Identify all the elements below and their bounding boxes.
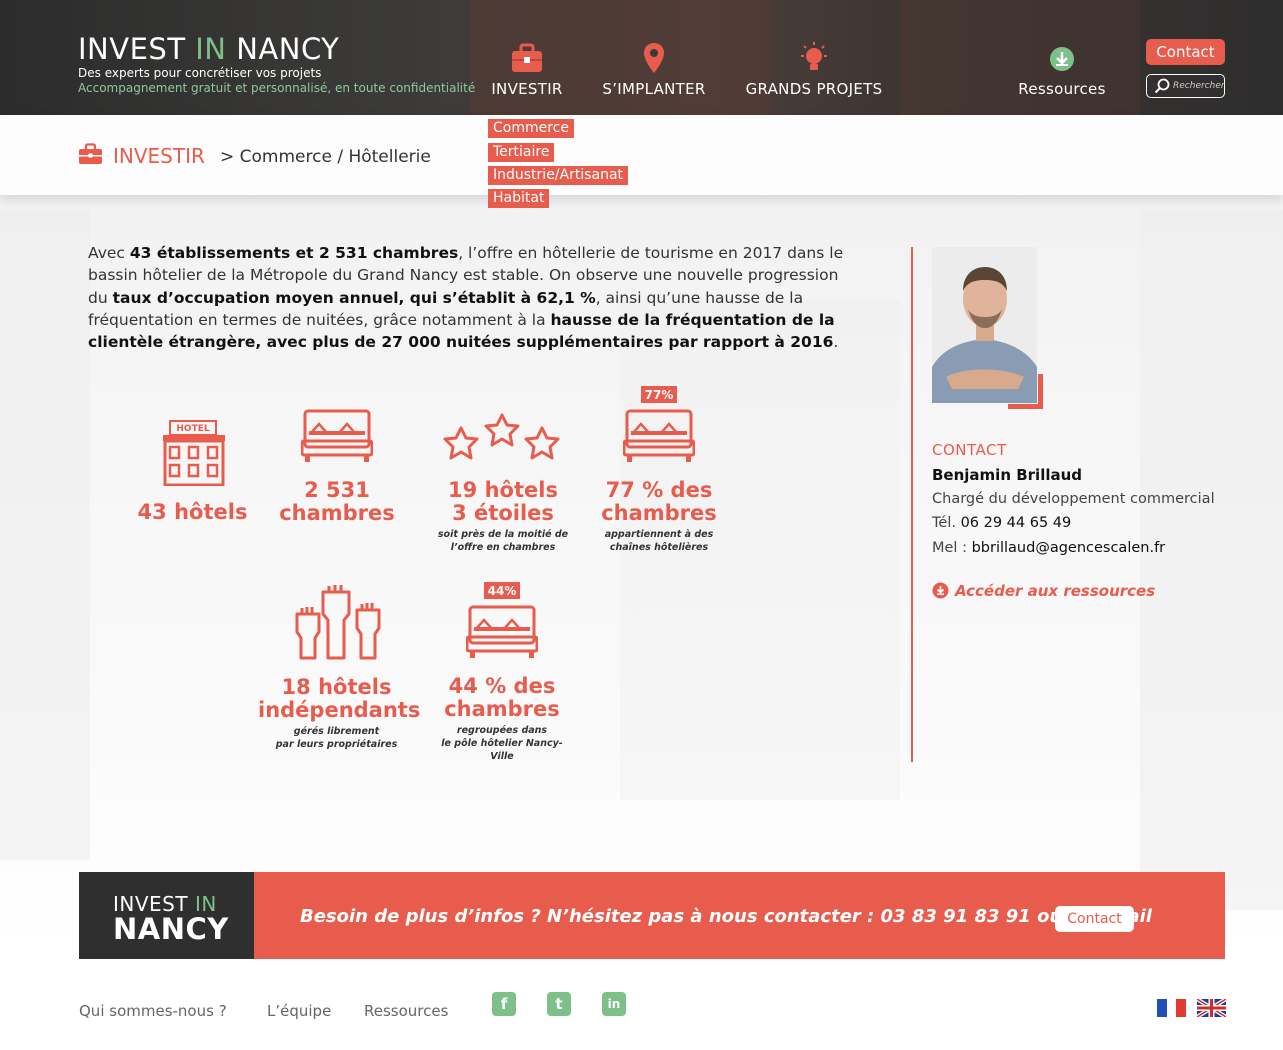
breadcrumb-path: > Commerce / Hôtellerie: [220, 147, 431, 167]
briefcase-icon: [78, 143, 103, 169]
french-flag-icon[interactable]: [1157, 999, 1186, 1017]
site-logo[interactable]: INVEST IN NANCY: [78, 32, 339, 66]
bed-badge-icon: 44%: [465, 582, 539, 664]
bed-icon: [300, 409, 374, 467]
resources-link[interactable]: Accéder aux ressources: [932, 582, 1155, 603]
submenu-item-tertiaire[interactable]: Tertiaire: [488, 143, 555, 162]
stat-nancy-ville: 44 % des chambres regroupées dans le pôl…: [441, 674, 563, 763]
submenu-item-habitat[interactable]: Habitat: [488, 189, 550, 208]
facebook-icon[interactable]: f: [492, 992, 516, 1016]
banner-contact-button[interactable]: Contact: [1055, 906, 1134, 932]
site-subtagline: Accompagnement gratuit et personnalisé, …: [78, 81, 476, 95]
nav-label: S’IMPLANTER: [602, 80, 706, 98]
search-input[interactable]: Rechercher: [1146, 74, 1225, 98]
contact-phone: Tél. 06 29 44 65 49: [932, 515, 1072, 531]
contact-email[interactable]: Mel : bbrillaud@agencescalen.fr: [932, 540, 1165, 556]
stat-independent: 18 hôtels indépendants gérés librement p…: [258, 675, 421, 751]
footer-logo-nancy: NANCY: [113, 912, 229, 946]
nav-ressources[interactable]: Ressources: [1016, 42, 1108, 98]
footer-link-resources[interactable]: Ressources: [364, 1002, 448, 1020]
svg-text:HOTEL: HOTEL: [176, 424, 209, 434]
three-stars-icon: [441, 413, 563, 469]
submenu-item-industrie[interactable]: Industrie/Artisanat: [488, 166, 629, 185]
site-tagline: Des experts pour concrétiser vos projets: [78, 66, 322, 80]
contact-heading: CONTACT: [932, 441, 1007, 459]
svg-text:44%: 44%: [488, 584, 517, 598]
uk-flag-icon[interactable]: [1195, 997, 1228, 1019]
nav-investir[interactable]: INVESTIR: [490, 42, 564, 98]
background-photo-left: [0, 210, 90, 860]
download-icon: [932, 582, 949, 603]
search-icon: [1154, 78, 1170, 103]
stat-rooms: 2 531 chambres: [279, 478, 395, 525]
footer-link-team[interactable]: L’équipe: [267, 1002, 331, 1020]
sidebar-divider: [911, 247, 913, 762]
contact-banner-text: Besoin de plus d’infos ? N’hésitez pas à…: [300, 906, 1152, 927]
stat-three-star: 19 hôtels 3 étoiles soit près de la moit…: [437, 478, 569, 554]
map-pin-icon: [600, 42, 708, 76]
svg-text:77%: 77%: [645, 388, 674, 402]
nav-label: GRANDS PROJETS: [745, 80, 883, 98]
footer-link-about[interactable]: Qui sommes-nous ?: [79, 1002, 227, 1020]
search-placeholder: Rechercher: [1173, 81, 1225, 91]
linkedin-icon[interactable]: in: [602, 992, 626, 1016]
nav-label: INVESTIR: [491, 80, 563, 98]
photo-accent: [1008, 374, 1043, 409]
lightbulb-icon: [744, 42, 884, 76]
download-icon: [1016, 42, 1108, 76]
hotel-building-icon: HOTEL: [162, 420, 226, 490]
contact-role: Chargé du développement commercial: [932, 491, 1215, 507]
bed-badge-icon: 77%: [622, 386, 696, 468]
header-contact-button[interactable]: Contact: [1146, 39, 1225, 65]
twitter-icon[interactable]: t: [547, 992, 571, 1016]
nav-grands-projets[interactable]: GRANDS PROJETS: [744, 42, 884, 98]
nav-label: Ressources: [1018, 80, 1106, 98]
background-photo-right: [1140, 210, 1283, 910]
contact-name: Benjamin Brillaud: [932, 466, 1083, 484]
intro-paragraph: Avec 43 établissements et 2 531 chambres…: [88, 244, 844, 352]
briefcase-icon: [490, 42, 564, 76]
stat-hotels: 43 hôtels: [137, 500, 248, 524]
submenu-item-commerce[interactable]: Commerce: [488, 119, 574, 138]
breadcrumb-section[interactable]: INVESTIR: [113, 144, 205, 168]
raised-fists-icon: [293, 584, 383, 664]
stat-chains: 77 % des chambres appartiennent à des ch…: [601, 478, 717, 554]
nav-simplanter[interactable]: S’IMPLANTER: [600, 42, 708, 98]
